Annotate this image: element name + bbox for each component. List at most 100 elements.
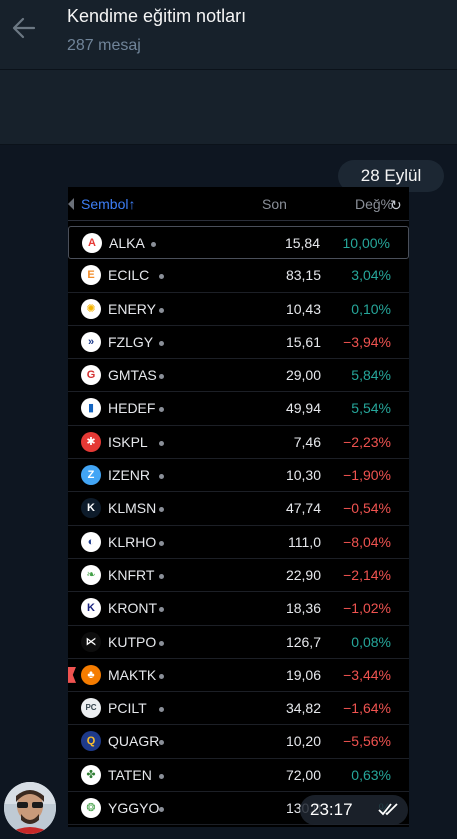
stock-list: A ALKA 15,84 10,00% E ECILC 83,15 3,04% ✺ ENERY 10… <box>68 226 409 826</box>
company-logo-icon: ✱ <box>81 431 101 452</box>
change-percent-cell: −1,64% <box>343 700 391 717</box>
table-row: ▮ HEDEF 49,94 5,54% <box>68 392 409 426</box>
double-check-icon <box>378 803 398 816</box>
table-row: A ALKA 15,84 10,00% <box>68 226 409 260</box>
table-row: ✺ ENERY 10,43 0,10% <box>68 293 409 326</box>
status-dot-icon <box>159 474 164 480</box>
table-row: G GMTAS 29,00 5,84% <box>68 359 409 393</box>
company-logo-icon: K <box>81 598 101 619</box>
last-price-cell: 15,61 <box>285 333 321 350</box>
company-logo-icon: ✺ <box>81 298 101 319</box>
last-price-cell: 7,46 <box>293 433 321 450</box>
change-percent-cell: −2,14% <box>343 566 391 583</box>
symbol-cell: KNFRT <box>108 566 155 583</box>
change-percent-cell: 10,00% <box>342 235 390 251</box>
change-percent-cell: 3,04% <box>351 267 391 284</box>
status-dot-icon <box>159 307 164 313</box>
message-timestamp: 23:17 <box>300 795 408 825</box>
last-price-cell: 10,43 <box>285 300 321 317</box>
change-percent-cell: −3,94% <box>343 333 391 350</box>
company-logo-icon: Q <box>81 731 101 752</box>
table-row: K KRONT 18,36 −1,02% <box>68 592 409 626</box>
sort-arrow-icon: ↑ <box>128 196 136 212</box>
symbol-cell: YGGYO <box>108 800 160 817</box>
chat-title[interactable]: Kendime eğitim notları <box>67 6 246 27</box>
last-price-cell: 19,06 <box>285 666 321 683</box>
last-price-cell: 18,36 <box>285 600 321 617</box>
company-logo-icon: K <box>81 498 101 519</box>
status-dot-icon <box>159 507 164 513</box>
message-count: 287 mesaj <box>67 37 141 54</box>
symbol-cell: MAKTK <box>108 666 157 683</box>
header-bar-extension <box>0 70 457 145</box>
company-logo-icon: ◐ <box>81 531 101 552</box>
table-row: ♣ MAKTK 19,06 −3,44% <box>68 659 409 693</box>
company-logo-icon: ♣ <box>81 664 101 685</box>
company-logo-icon: ▮ <box>81 398 101 419</box>
last-price-cell: 15,84 <box>284 235 320 251</box>
table-row: Z IZENR 10,30 −1,90% <box>68 459 409 493</box>
status-dot-icon <box>159 640 164 646</box>
status-dot-icon <box>159 540 164 546</box>
last-price-cell: 22,90 <box>285 566 321 583</box>
last-price-cell: 47,74 <box>285 500 321 517</box>
table-row: PC PCILT 34,82 −1,64% <box>68 692 409 726</box>
table-row: ⋉ KUTPO 126,7 0,08% <box>68 626 409 659</box>
column-header-symbol: Sembol↑ <box>81 196 136 212</box>
table-row: ✤ TATEN 72,00 0,63% <box>68 759 409 793</box>
status-dot-icon <box>159 340 164 346</box>
company-logo-icon: G <box>81 365 101 386</box>
company-logo-icon: ✤ <box>81 764 101 785</box>
table-row: » FZLGY 15,61 −3,94% <box>68 326 409 360</box>
change-percent-cell: −5,56% <box>343 733 391 750</box>
scroll-left-icon <box>68 198 74 210</box>
table-header: Sembol↑ Son Değ% ↻ <box>68 187 409 221</box>
symbol-cell: KLRHO <box>108 533 157 550</box>
last-price-cell: 126,7 <box>285 633 321 650</box>
column-header-last: Son <box>262 196 287 212</box>
change-percent-cell: −8,04% <box>343 533 391 550</box>
photo-message[interactable]: Sembol↑ Son Değ% ↻ A ALKA 15,84 10,00% E ECIL… <box>68 187 409 827</box>
change-percent-cell: 5,54% <box>351 400 391 417</box>
symbol-cell: GMTAS <box>108 367 157 384</box>
table-row: E ECILC 83,15 3,04% <box>68 259 409 293</box>
back-button[interactable] <box>8 12 40 44</box>
time-label: 23:17 <box>310 800 353 819</box>
status-dot-icon <box>159 374 164 380</box>
table-row: ◐ KLRHO 111,0 −8,04% <box>68 526 409 559</box>
status-dot-icon <box>159 440 164 446</box>
last-price-cell: 72,00 <box>285 766 321 783</box>
status-dot-icon <box>159 707 164 713</box>
arrow-left-icon <box>12 17 36 39</box>
symbol-cell: KUTPO <box>108 633 157 650</box>
company-logo-icon: PC <box>81 698 101 719</box>
chat-header: Kendime eğitim notları 287 mesaj <box>0 0 457 70</box>
avatar[interactable] <box>4 782 56 834</box>
company-logo-icon: ❂ <box>81 798 101 819</box>
user-photo-icon <box>4 782 56 834</box>
status-dot-icon <box>159 740 164 746</box>
company-logo-icon: ⋉ <box>81 631 101 652</box>
symbol-cell: FZLGY <box>108 333 154 350</box>
change-percent-cell: −2,23% <box>343 433 391 450</box>
symbol-cell: QUAGR <box>108 733 160 750</box>
table-row: ✱ ISKPL 7,46 −2,23% <box>68 426 409 460</box>
symbol-cell: ECILC <box>108 267 150 284</box>
last-price-cell: 10,20 <box>285 733 321 750</box>
table-row: ❧ KNFRT 22,90 −2,14% <box>68 559 409 593</box>
column-header-change: Değ% <box>355 196 394 212</box>
last-price-cell: 83,15 <box>285 267 321 284</box>
status-dot-icon <box>151 242 156 247</box>
symbol-cell: ENERY <box>108 300 156 317</box>
company-logo-icon: Z <box>81 465 101 486</box>
company-logo-icon: E <box>81 265 101 286</box>
company-logo-icon: ❧ <box>81 564 101 585</box>
symbol-cell: IZENR <box>108 467 150 484</box>
symbol-cell: HEDEF <box>108 400 156 417</box>
change-percent-cell: −3,44% <box>343 666 391 683</box>
refresh-icon: ↻ <box>390 197 402 213</box>
last-price-cell: 34,82 <box>285 700 321 717</box>
change-percent-cell: 0,10% <box>351 300 391 317</box>
change-percent-cell: 0,63% <box>351 766 391 783</box>
flag-marker-icon <box>68 666 76 683</box>
